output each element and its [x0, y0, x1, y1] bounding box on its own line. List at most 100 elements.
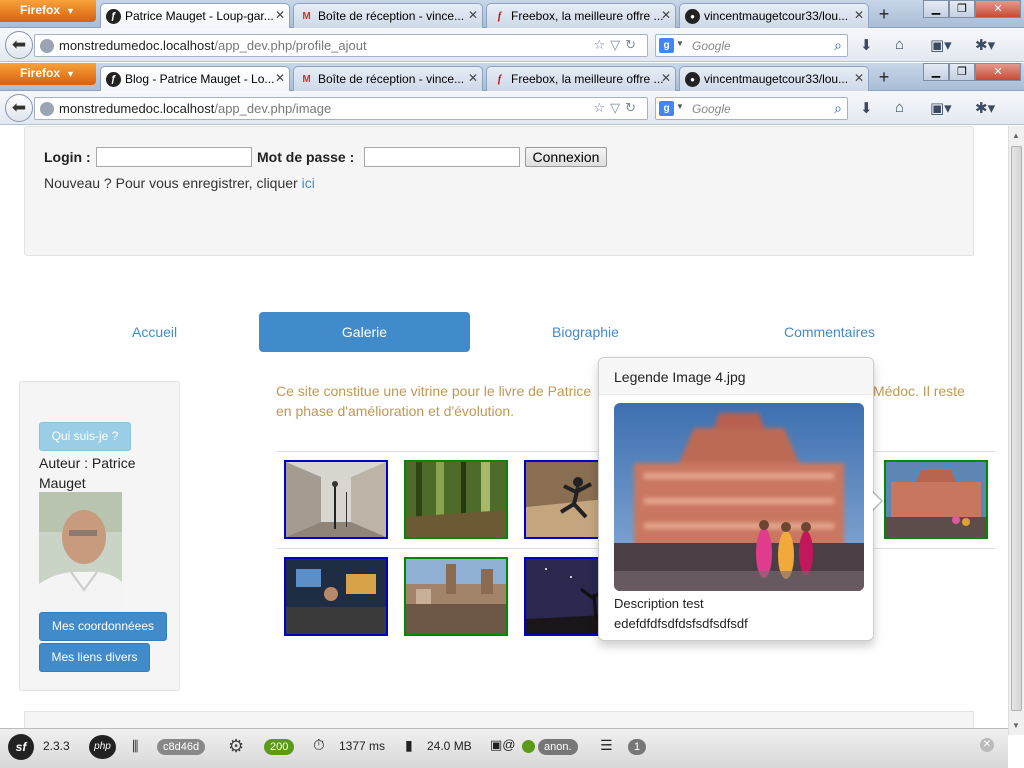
google-icon: g	[659, 101, 674, 116]
scroll-down-icon[interactable]: ▼	[1012, 721, 1020, 730]
bookmarks-icon[interactable]: ▣▾	[930, 36, 952, 54]
tab-label: Freebox, la meilleure offre ...	[511, 72, 664, 86]
author-text: Auteur : Patrice Mauget	[39, 455, 136, 491]
scrollbar-thumb[interactable]	[1011, 146, 1022, 711]
chevron-down-icon[interactable]: ▼	[676, 39, 684, 48]
new-tab-button[interactable]: +	[873, 4, 895, 26]
close-window-icon[interactable]: ✕	[975, 63, 1021, 81]
nav-accueil[interactable]: Accueil	[132, 324, 177, 340]
close-toolbar-icon[interactable]: ✕	[980, 738, 994, 752]
home-icon[interactable]: ⌂	[895, 99, 904, 116]
close-tab-icon[interactable]: ✕	[468, 8, 478, 22]
intro-line1-right: Médoc. Il reste	[873, 383, 965, 399]
close-tab-icon[interactable]: ✕	[468, 71, 478, 85]
nav-commentaires[interactable]: Commentaires	[784, 324, 875, 340]
request-time[interactable]: 1377 ms	[339, 739, 385, 753]
memory-usage[interactable]: 24.0 MB	[427, 739, 472, 753]
login-input[interactable]	[96, 147, 252, 167]
memory-icon: ▮	[405, 737, 413, 753]
register-link[interactable]: ici	[302, 175, 315, 191]
db-queries-badge[interactable]: 1	[628, 739, 647, 755]
timer-icon: ⏱	[313, 737, 325, 754]
search-icon[interactable]: ⌕	[834, 37, 842, 54]
popover-description-line2: edefdfdfsdfdsfsdfsdfsdf	[614, 616, 748, 631]
token-badge[interactable]: c8d46d	[157, 739, 206, 755]
tab-freebox[interactable]: f Freebox, la meilleure offre ... ✕	[486, 3, 676, 28]
firefox-menu-button[interactable]: Firefox ▼	[0, 63, 96, 85]
search-input[interactable]: g ▼ Google ⌕	[655, 34, 848, 57]
close-tab-icon[interactable]: ✕	[661, 71, 671, 85]
dropdown-icon[interactable]: ▽	[610, 100, 625, 115]
who-am-i-button[interactable]: Qui suis-je ?	[39, 422, 131, 451]
url-host: monstredumedoc.localhost	[59, 38, 215, 53]
gear-icon: ⚙	[228, 736, 245, 756]
search-icon[interactable]: ⌕	[834, 100, 842, 117]
tab-patrice-mauget[interactable]: ƒ Patrice Mauget - Loup-gar... ✕	[100, 3, 290, 28]
addon-icon[interactable]: ✱▾	[975, 99, 995, 117]
user-badge[interactable]: anon.	[538, 739, 578, 755]
symfony-icon: ƒ	[106, 9, 121, 24]
gallery-thumb-bamboo[interactable]	[404, 460, 508, 539]
nav-biographie[interactable]: Biographie	[552, 324, 619, 340]
tab-label: Boîte de réception - vince...	[318, 72, 465, 86]
minimize-icon[interactable]: ▁	[923, 63, 949, 81]
tab-github[interactable]: ● vincentmaugetcour33/lou... ✕	[679, 66, 869, 91]
close-tab-icon[interactable]: ✕	[854, 71, 864, 85]
github-icon: ●	[685, 72, 700, 87]
reload-icon[interactable]: ↻	[625, 37, 641, 52]
close-tab-icon[interactable]: ✕	[275, 71, 285, 85]
bookmark-star-icon[interactable]: ☆	[593, 100, 610, 115]
maximize-icon[interactable]: ❐	[949, 0, 975, 18]
password-label: Mot de passe :	[257, 149, 355, 165]
search-input[interactable]: g ▼ Google ⌕	[655, 97, 848, 120]
php-icon[interactable]: php	[89, 735, 116, 759]
tab-gmail[interactable]: M Boîte de réception - vince... ✕	[293, 3, 483, 28]
dropdown-icon[interactable]: ▽	[610, 37, 625, 52]
url-bar[interactable]: monstredumedoc.localhost/app_dev.php/ima…	[34, 97, 648, 120]
close-tab-icon[interactable]: ✕	[661, 8, 671, 22]
symfony-version[interactable]: 2.3.3	[43, 739, 70, 753]
back-button[interactable]: ⬅	[5, 94, 33, 122]
gallery-thumb-town[interactable]	[404, 557, 508, 636]
download-icon[interactable]: ⬇	[860, 99, 873, 117]
home-icon[interactable]: ⌂	[895, 36, 904, 53]
tab-freebox[interactable]: f Freebox, la meilleure offre ... ✕	[486, 66, 676, 91]
tab-github[interactable]: ● vincentmaugetcour33/lou... ✕	[679, 3, 869, 28]
bookmark-star-icon[interactable]: ☆	[593, 37, 610, 52]
bookmarks-icon[interactable]: ▣▾	[930, 99, 952, 117]
tab-gmail[interactable]: M Boîte de réception - vince... ✕	[293, 66, 483, 91]
window-controls: ▁ ❐ ✕	[923, 0, 1021, 18]
gallery-thumb-street[interactable]	[284, 460, 388, 539]
status-code-badge[interactable]: 200	[264, 739, 295, 755]
connexion-button[interactable]: Connexion	[525, 147, 607, 167]
tab-label: vincentmaugetcour33/lou...	[704, 9, 849, 23]
close-window-icon[interactable]: ✕	[975, 0, 1021, 18]
firefox-menu-button[interactable]: Firefox ▼	[0, 0, 96, 22]
back-button[interactable]: ⬅	[5, 31, 33, 59]
github-icon: ●	[685, 9, 700, 24]
reload-icon[interactable]: ↻	[625, 100, 641, 115]
freebox-icon: f	[497, 74, 502, 85]
download-icon[interactable]: ⬇	[860, 36, 873, 54]
close-tab-icon[interactable]: ✕	[854, 8, 864, 22]
scroll-up-icon[interactable]: ▲	[1012, 131, 1020, 140]
gmail-icon: M	[302, 11, 311, 22]
links-button[interactable]: Mes liens divers	[39, 643, 150, 672]
url-bar[interactable]: monstredumedoc.localhost/app_dev.php/pro…	[34, 34, 648, 57]
chevron-down-icon[interactable]: ▼	[676, 102, 684, 111]
symfony-logo-icon[interactable]: sf	[8, 734, 34, 760]
page-scrollbar[interactable]: ▲ ▼	[1008, 126, 1024, 735]
coordinates-button[interactable]: Mes coordonnéees	[39, 612, 167, 641]
gallery-thumb-workshop[interactable]	[284, 557, 388, 636]
nav-galerie[interactable]: Galerie	[259, 312, 470, 352]
close-tab-icon[interactable]: ✕	[275, 8, 285, 22]
gallery-thumb-palace[interactable]	[884, 460, 988, 539]
new-tab-button[interactable]: +	[873, 67, 895, 89]
tab-label: Patrice Mauget - Loup-gar...	[125, 9, 274, 23]
minimize-icon[interactable]: ▁	[923, 0, 949, 18]
tab-blog[interactable]: ƒ Blog - Patrice Mauget - Lo... ✕	[100, 66, 290, 91]
password-input[interactable]	[364, 147, 520, 167]
tab-bar: Firefox ▼ ƒ Blog - Patrice Mauget - Lo...…	[0, 63, 1024, 91]
addon-icon[interactable]: ✱▾	[975, 36, 995, 54]
maximize-icon[interactable]: ❐	[949, 63, 975, 81]
